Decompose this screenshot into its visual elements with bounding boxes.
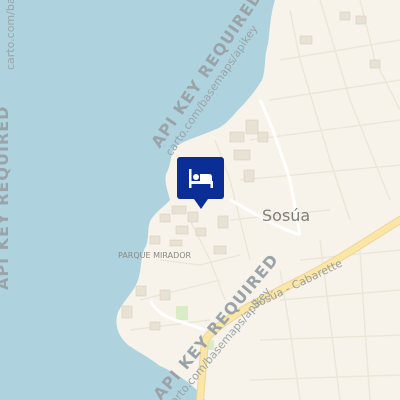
api-key-watermark: API KEY REQUIRED xyxy=(0,106,12,290)
watermark-title: API KEY REQUIRED xyxy=(0,105,12,290)
api-key-watermark: carto.com/basemaps/apikey xyxy=(4,0,17,70)
watermark-subtitle: carto.com/basemaps/apikey xyxy=(4,0,17,70)
park-area xyxy=(176,306,188,320)
bed-icon xyxy=(189,169,213,188)
park-label: PARQUE MIRADOR xyxy=(118,251,192,260)
land-area xyxy=(116,0,400,400)
hotel-marker[interactable] xyxy=(177,157,224,209)
town-label: Sosúa xyxy=(262,206,311,225)
map-view[interactable]: API KEY REQUIRED carto.com/basemaps/apik… xyxy=(0,0,400,400)
